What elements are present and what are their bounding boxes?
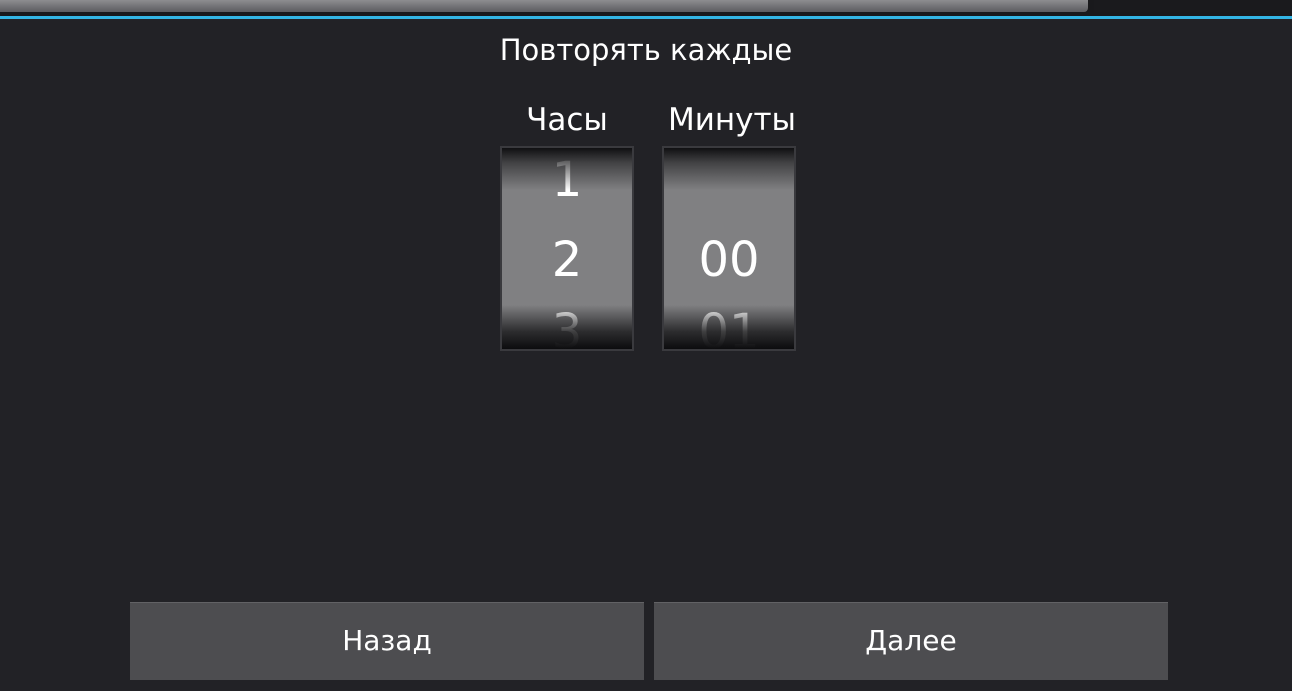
minutes-selected-value[interactable]: 00 bbox=[664, 232, 794, 288]
repeat-interval-screen: Повторять каждые Часы Минуты 1 2 3 00 01… bbox=[0, 0, 1292, 691]
minutes-picker-top-shade bbox=[664, 148, 794, 190]
hours-previous-value[interactable]: 1 bbox=[502, 152, 632, 208]
accent-divider bbox=[0, 16, 1292, 19]
back-button[interactable]: Назад bbox=[130, 602, 644, 680]
hours-selected-value[interactable]: 2 bbox=[502, 232, 632, 288]
next-button[interactable]: Далее bbox=[654, 602, 1168, 680]
hours-label: Часы bbox=[526, 102, 608, 138]
minutes-picker[interactable]: 00 01 bbox=[662, 146, 796, 351]
top-input-field bbox=[0, 0, 1088, 12]
hours-picker[interactable]: 1 2 3 bbox=[500, 146, 634, 351]
minutes-label: Минуты bbox=[667, 102, 797, 138]
top-bar-right bbox=[1094, 0, 1292, 12]
hours-next-value[interactable]: 3 bbox=[502, 304, 632, 349]
minutes-next-value[interactable]: 01 bbox=[664, 304, 794, 349]
dialog-title: Повторять каждые bbox=[499, 33, 793, 67]
